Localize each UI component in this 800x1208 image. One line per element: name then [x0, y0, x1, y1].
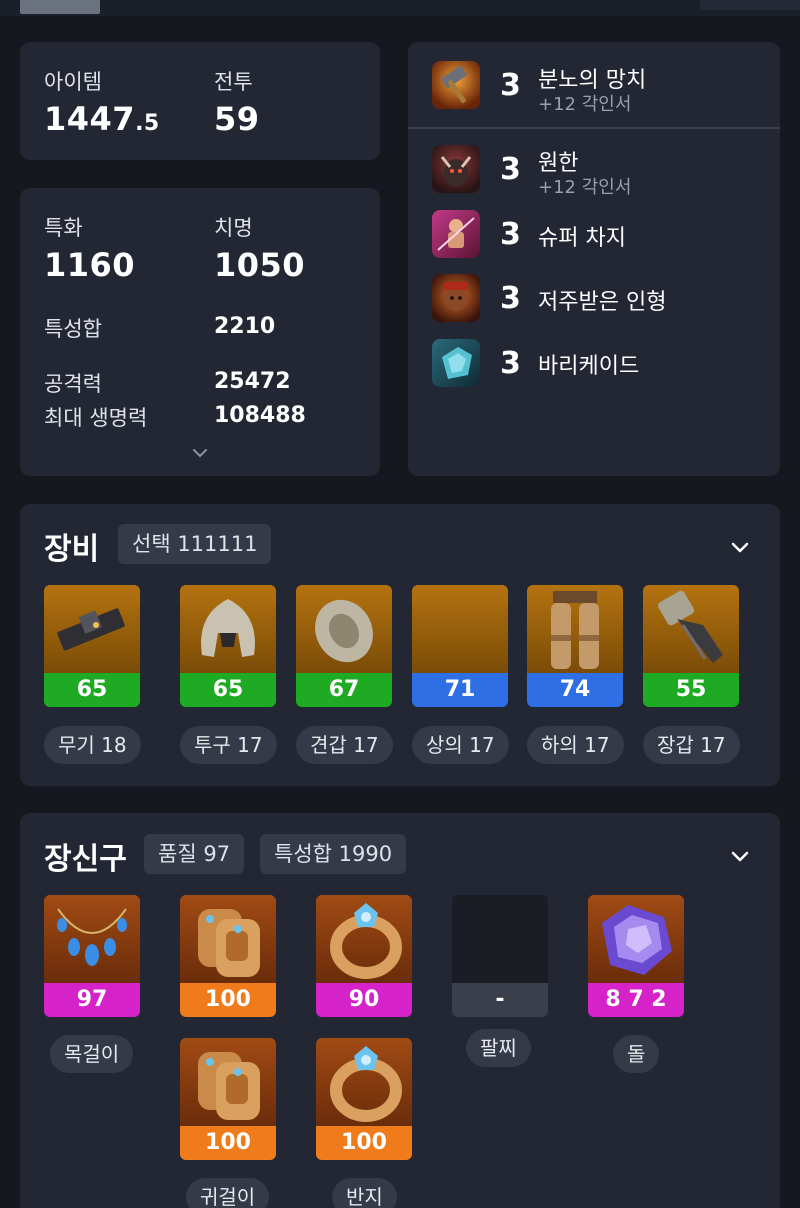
equipment-item-shoulder[interactable]: 67 — [296, 585, 392, 707]
stone-icon — [588, 895, 684, 983]
necklace-icon — [44, 895, 140, 983]
equipment-label-gloves: 장갑 17 — [643, 726, 740, 764]
accessory-item-ring-2[interactable]: 100 — [316, 1038, 412, 1160]
stat-sum-value: 2210 — [214, 314, 276, 339]
accessories-collapse-chevron-icon[interactable] — [728, 844, 752, 868]
equipment-item-pants[interactable]: 74 — [527, 585, 623, 707]
equipment-tag: 선택 111111 — [118, 524, 272, 564]
accessory-item-earring-1[interactable]: 100 — [180, 895, 276, 1017]
combat-value: 59 — [214, 100, 260, 138]
stats-card: 특화 1160 치명 1050 특성합 2210 공격력 25472 최대 생명… — [20, 188, 380, 476]
max-hp-label: 최대 생명력 — [44, 406, 148, 430]
crit-label: 치명 — [214, 216, 253, 240]
hammer-icon — [432, 61, 480, 109]
equipment-collapse-chevron-icon[interactable] — [728, 535, 752, 559]
item-quality: 71 — [412, 673, 508, 707]
weapon-icon — [44, 585, 140, 673]
crit-value: 1050 — [214, 246, 306, 284]
accessory-label-necklace: 목걸이 — [50, 1035, 134, 1073]
equipment-label-chest: 상의 17 — [412, 726, 509, 764]
item-level-value: 1447.5 — [44, 100, 160, 138]
active-tab-indicator[interactable] — [20, 0, 100, 14]
item-quality: 97 — [44, 983, 140, 1017]
item-quality: 74 — [527, 673, 623, 707]
earring-icon — [180, 895, 276, 983]
accessory-item-bracelet[interactable]: - — [452, 895, 548, 1017]
item-level-int: 1447 — [44, 100, 136, 138]
top-bar — [0, 0, 800, 16]
ring-icon — [316, 1038, 412, 1126]
engraving-sub: +12 각인서 — [538, 94, 632, 115]
engraving-level: 3 — [500, 281, 521, 316]
accessories-stat-tag: 특성합 1990 — [260, 834, 407, 874]
accessories-quality-tag: 품질 97 — [144, 834, 245, 874]
item-quality: 100 — [316, 1126, 412, 1160]
item-quality: 100 — [180, 983, 276, 1017]
helmet-icon — [180, 585, 276, 673]
item-level-card: 아이템 1447.5 전투 59 — [20, 42, 380, 160]
item-quality: 67 — [296, 673, 392, 707]
equipment-label-weapon: 무기 18 — [44, 726, 141, 764]
engraving-sub: +12 각인서 — [538, 177, 632, 198]
accessory-item-earring-2[interactable]: 100 — [180, 1038, 276, 1160]
equipment-label-helmet: 투구 17 — [180, 726, 277, 764]
accessory-item-necklace[interactable]: 97 — [44, 895, 140, 1017]
ring-icon — [316, 895, 412, 983]
gloves-icon — [643, 585, 739, 673]
accessory-label-stone: 돌 — [613, 1035, 660, 1073]
accessory-label-ring: 반지 — [332, 1178, 397, 1208]
item-quality: 65 — [180, 673, 276, 707]
engraving-name: 저주받은 인형 — [538, 290, 667, 315]
accessory-label-bracelet: 팔찌 — [466, 1029, 531, 1067]
equipment-item-gloves[interactable]: 55 — [643, 585, 739, 707]
equipment-item-chest[interactable]: 71 — [412, 585, 508, 707]
attack-value: 25472 — [214, 369, 291, 394]
equipment-label-shoulder: 견갑 17 — [296, 726, 393, 764]
equipment-item-weapon[interactable]: 65 — [44, 585, 140, 707]
engraving-level: 3 — [500, 217, 521, 252]
engraving-level: 3 — [500, 68, 521, 103]
pants-icon — [527, 585, 623, 673]
accessories-title: 장신구 — [44, 842, 127, 877]
grudge-icon — [432, 145, 480, 193]
cursed-doll-icon — [432, 274, 480, 322]
item-quality: 65 — [44, 673, 140, 707]
top-right-edge — [700, 0, 800, 10]
combat-label: 전투 — [214, 70, 253, 94]
stat-sum-label: 특성합 — [44, 317, 102, 341]
item-quality: - — [452, 983, 548, 1017]
item-quality: 8 7 2 — [588, 983, 684, 1017]
chest-icon — [412, 585, 508, 673]
item-level-frac: .5 — [135, 111, 160, 136]
engraving-level: 3 — [500, 346, 521, 381]
item-quality: 90 — [316, 983, 412, 1017]
engraving-name: 바리케이드 — [538, 354, 640, 379]
shoulder-icon — [296, 585, 392, 673]
super-charge-icon — [432, 210, 480, 258]
max-hp-value: 108488 — [214, 403, 306, 428]
accessory-label-earring: 귀걸이 — [186, 1178, 270, 1208]
bracelet-empty-icon — [452, 895, 548, 983]
equipment-title: 장비 — [44, 532, 100, 567]
equipment-item-helmet[interactable]: 65 — [180, 585, 276, 707]
engraving-name: 슈퍼 차지 — [538, 226, 626, 251]
item-level-label: 아이템 — [44, 70, 102, 94]
engraving-level: 3 — [500, 152, 521, 187]
attack-label: 공격력 — [44, 372, 102, 396]
earring-icon — [180, 1038, 276, 1126]
equipment-label-pants: 하의 17 — [527, 726, 624, 764]
item-quality: 100 — [180, 1126, 276, 1160]
engraving-divider — [408, 127, 780, 129]
item-quality: 55 — [643, 673, 739, 707]
expand-stats-chevron-icon[interactable] — [190, 443, 210, 463]
accessory-item-ring-1[interactable]: 90 — [316, 895, 412, 1017]
barricade-icon — [432, 339, 480, 387]
specialization-value: 1160 — [44, 246, 136, 284]
accessory-item-stone[interactable]: 8 7 2 — [588, 895, 684, 1017]
specialization-label: 특화 — [44, 216, 83, 240]
